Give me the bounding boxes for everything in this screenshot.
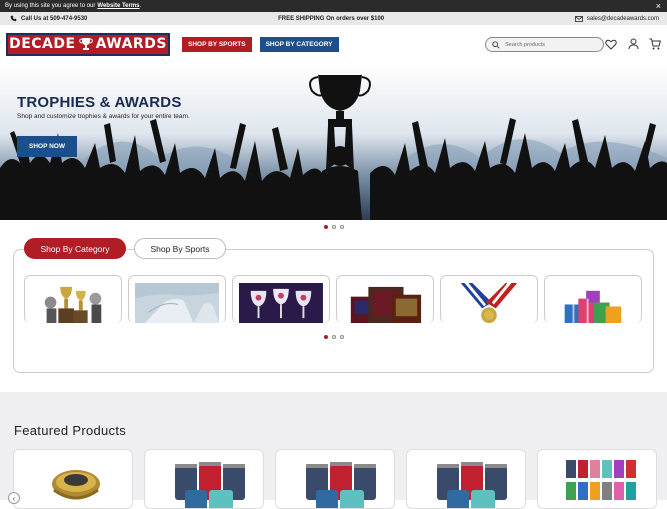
phone-info[interactable]: Call Us at 509-474-9530 — [10, 15, 87, 22]
promo-text: FREE SHIPPING On orders over $100 — [278, 15, 385, 22]
product-card[interactable] — [144, 449, 264, 509]
hero-banner: TROPHIES & AWARDS Shop and customize tro… — [0, 63, 667, 220]
website-terms-link[interactable]: Website Terms — [97, 3, 139, 9]
category-cards — [24, 275, 642, 323]
category-card-medals[interactable] — [440, 275, 538, 323]
hero-subtitle: Shop and customize trophies & awards for… — [17, 113, 190, 120]
trophy-icon — [78, 38, 93, 50]
wine-glasses-image — [239, 283, 323, 323]
category-card-plaques[interactable] — [336, 275, 434, 323]
featured-products-section: Featured Products ‹ — [0, 392, 667, 509]
product-card[interactable] — [406, 449, 526, 509]
plaques-image — [343, 283, 427, 323]
search-placeholder: Search products — [505, 41, 546, 48]
category-card-glassware[interactable] — [232, 275, 330, 323]
page-dot[interactable] — [339, 335, 344, 339]
product-card[interactable] — [275, 449, 395, 509]
cookie-notice-bar: By using this site you agree to our Webs… — [0, 0, 667, 12]
product-cards — [13, 449, 657, 509]
cart-icon[interactable] — [649, 37, 661, 51]
product-card[interactable] — [13, 449, 133, 509]
glass-award-image — [135, 283, 219, 323]
tab-shop-by-sports[interactable]: Shop By Sports — [134, 238, 226, 259]
cookie-text: By using this site you agree to our — [5, 3, 96, 9]
email-info[interactable]: sales@decadeawards.com — [574, 15, 659, 22]
category-tabs: Shop By Category Shop By Sports — [24, 238, 226, 259]
tumblers-image — [306, 462, 376, 508]
mail-icon — [574, 15, 583, 22]
championship-ring-image — [52, 470, 100, 500]
search-icon — [492, 40, 500, 49]
category-card-gifts[interactable] — [544, 275, 642, 323]
trophies-image — [31, 283, 115, 323]
shop-now-button[interactable]: SHOP NOW — [17, 136, 77, 157]
medal-image — [447, 283, 531, 323]
info-bar: Call Us at 509-474-9530 FREE SHIPPING On… — [0, 12, 667, 25]
product-card[interactable] — [537, 449, 657, 509]
email-text: sales@decadeawards.com — [586, 15, 659, 22]
featured-title: Featured Products — [14, 423, 127, 438]
page-dot[interactable] — [331, 335, 336, 339]
close-icon[interactable]: × — [656, 1, 661, 11]
site-header: DECADE AWARDS SHOP BY SPORTS SHOP BY CAT… — [0, 25, 667, 63]
hero-title: TROPHIES & AWARDS — [17, 94, 182, 111]
site-logo[interactable]: DECADE AWARDS — [6, 32, 170, 56]
tumblers-image — [437, 462, 507, 508]
carousel-prev-button[interactable]: ‹ — [8, 492, 20, 504]
cookie-suffix: . — [139, 3, 142, 9]
tab-shop-by-category[interactable]: Shop By Category — [24, 238, 126, 259]
shop-by-category-button[interactable]: SHOP BY CATEGORY — [259, 36, 339, 52]
page-dot[interactable] — [323, 335, 328, 339]
search-input[interactable]: Search products — [485, 37, 604, 52]
phone-text: Call Us at 509-474-9530 — [21, 15, 88, 22]
crowd-silhouette-image — [0, 63, 667, 220]
category-page-dots — [0, 335, 667, 339]
shop-by-sports-button[interactable]: SHOP BY SPORTS — [182, 36, 252, 52]
header-icons — [605, 37, 661, 51]
category-card-trophies[interactable] — [24, 275, 122, 323]
category-section: Shop By Category Shop By Sports — [0, 229, 667, 401]
category-card-glass[interactable] — [128, 275, 226, 323]
tumblers-image — [175, 462, 245, 508]
logo-right-text: AWARDS — [95, 36, 167, 52]
tumbler-collection-image — [566, 460, 636, 500]
phone-icon — [10, 15, 17, 22]
heart-icon[interactable] — [605, 37, 617, 51]
user-icon[interactable] — [627, 37, 639, 51]
logo-left-text: DECADE — [9, 36, 76, 52]
gifts-image — [551, 283, 635, 323]
